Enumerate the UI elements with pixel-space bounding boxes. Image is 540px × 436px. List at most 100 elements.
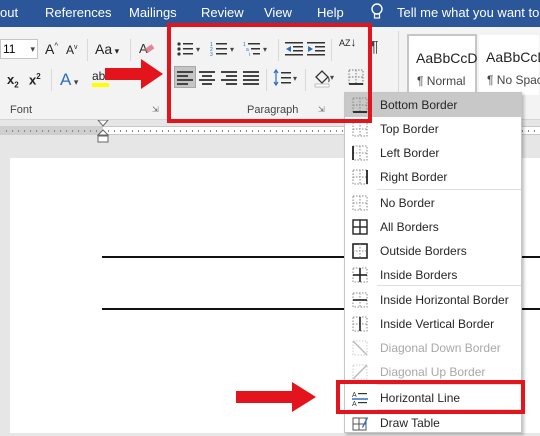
style-normal[interactable]: AaBbCcDc ¶ Normal: [407, 34, 484, 96]
inside-horizontal-border-icon: [352, 292, 368, 308]
ruler-tick: [72, 130, 73, 132]
menu-item-no-border[interactable]: No Border: [345, 191, 521, 215]
ruler-tick: [180, 130, 181, 132]
diagonal-down-border-icon: [352, 340, 368, 356]
menu-item-label: Outside Borders: [380, 244, 467, 258]
menu-review[interactable]: Review: [201, 5, 244, 20]
menu-item-label: Top Border: [380, 122, 439, 136]
menu-item-label: Right Border: [380, 170, 448, 184]
text-effects-button[interactable]: A ▾: [60, 70, 78, 90]
outside-borders-icon: [352, 243, 368, 259]
menu-item-label: Draw Table: [380, 416, 440, 430]
menu-help[interactable]: Help: [317, 5, 344, 20]
menu-item-all-borders[interactable]: All Borders: [345, 215, 521, 239]
ruler-margin: [0, 126, 103, 135]
menu-view[interactable]: View: [264, 5, 292, 20]
menu-mailings[interactable]: Mailings: [129, 5, 177, 20]
menu-item-label: Bottom Border: [380, 98, 458, 112]
ruler-tick: [42, 130, 43, 132]
ruler-tick: [210, 130, 211, 132]
ruler-tick: [234, 130, 235, 132]
style-sample: AaBbCcDc: [486, 49, 540, 65]
ruler-tick: [324, 130, 325, 132]
ruler-tick: [90, 130, 91, 132]
style-name: ¶ No Spac...: [487, 73, 540, 87]
menu-item-outside-borders[interactable]: Outside Borders: [345, 239, 521, 263]
change-case-button[interactable]: Aa ▾: [95, 41, 119, 57]
indent-marker-icon[interactable]: [96, 119, 110, 149]
menu-item-label: Inside Vertical Border: [380, 317, 495, 331]
ruler-tick: [156, 130, 157, 132]
top-border-icon: [352, 121, 368, 137]
ruler-tick: [18, 130, 19, 132]
left-border-icon: [352, 145, 368, 161]
menu-item-diagonal-down-border: Diagonal Down Border: [345, 336, 521, 360]
menu-item-inside-horizontal-border[interactable]: Inside Horizontal Border: [345, 288, 521, 312]
ruler-tick: [54, 130, 55, 132]
menu-item-label: Left Border: [380, 146, 440, 160]
menu-item-label: Inside Horizontal Border: [380, 293, 509, 307]
ruler-tick: [264, 130, 265, 132]
all-borders-icon: [352, 219, 368, 235]
ruler-tick: [132, 130, 133, 132]
ruler-tick: [12, 130, 13, 132]
style-no-spacing[interactable]: AaBbCcDc ¶ No Spac...: [478, 34, 540, 96]
arrow-icon: [103, 57, 165, 96]
ruler-tick: [114, 130, 115, 132]
font-size-input[interactable]: 11 ▾: [0, 39, 38, 59]
ruler-tick: [534, 130, 535, 132]
dialog-launcher-icon[interactable]: ⇲: [152, 105, 159, 114]
inside-borders-icon: [352, 267, 368, 283]
ruler-tick: [24, 130, 25, 132]
subscript-button[interactable]: x2: [7, 72, 19, 90]
ruler-tick: [120, 130, 121, 132]
ruler-tick: [216, 130, 217, 132]
tell-me-search[interactable]: Tell me what you want to d: [397, 5, 540, 20]
menu-item-label: Diagonal Up Border: [380, 365, 486, 379]
superscript-button[interactable]: x2: [29, 72, 41, 87]
draw-table-icon: [352, 415, 368, 431]
ruler-tick: [138, 130, 139, 132]
lightbulb-icon: [370, 3, 384, 25]
ruler-tick: [144, 130, 145, 132]
ruler-tick: [288, 130, 289, 132]
ruler-tick: [192, 130, 193, 132]
ruler-tick: [306, 130, 307, 132]
style-name: ¶ Normal: [417, 74, 466, 88]
ruler-tick: [204, 130, 205, 132]
ruler-tick: [198, 130, 199, 132]
chevron-down-icon[interactable]: ▾: [30, 40, 35, 58]
menu-references[interactable]: References: [45, 5, 111, 20]
menu-layout[interactable]: out: [0, 5, 18, 20]
divider: [87, 39, 88, 61]
ruler-tick: [162, 130, 163, 132]
shrink-font-button[interactable]: Av: [66, 43, 78, 57]
font-size-value: 11: [3, 42, 16, 56]
menu-item-label: Diagonal Down Border: [380, 341, 501, 355]
ruler-tick: [258, 130, 259, 132]
annotation-box-paragraph: [167, 23, 372, 123]
menu-separator: [377, 189, 521, 190]
ruler-tick: [318, 130, 319, 132]
ruler-tick: [66, 130, 67, 132]
ruler-tick: [174, 130, 175, 132]
no-border-icon: [352, 195, 368, 211]
ruler-tick: [6, 130, 7, 132]
menu-item-inside-vertical-border[interactable]: Inside Vertical Border: [345, 312, 521, 336]
ruler-tick: [60, 130, 61, 132]
ruler-tick: [282, 130, 283, 132]
menu-item-label: All Borders: [380, 220, 439, 234]
menu-item-right-border[interactable]: Right Border: [345, 165, 521, 189]
ruler-tick: [246, 130, 247, 132]
ruler-tick: [276, 130, 277, 132]
menu-item-draw-table[interactable]: Draw Table: [345, 411, 521, 435]
divider: [51, 69, 52, 91]
menu-item-left-border[interactable]: Left Border: [345, 141, 521, 165]
ruler-tick: [336, 130, 337, 132]
menu-item-inside-borders[interactable]: Inside Borders: [345, 263, 521, 287]
ruler-tick: [78, 130, 79, 132]
ruler-tick: [168, 130, 169, 132]
annotation-box-horizontal-line: [336, 380, 525, 414]
ruler-tick: [30, 130, 31, 132]
grow-font-button[interactable]: A^: [45, 41, 58, 57]
